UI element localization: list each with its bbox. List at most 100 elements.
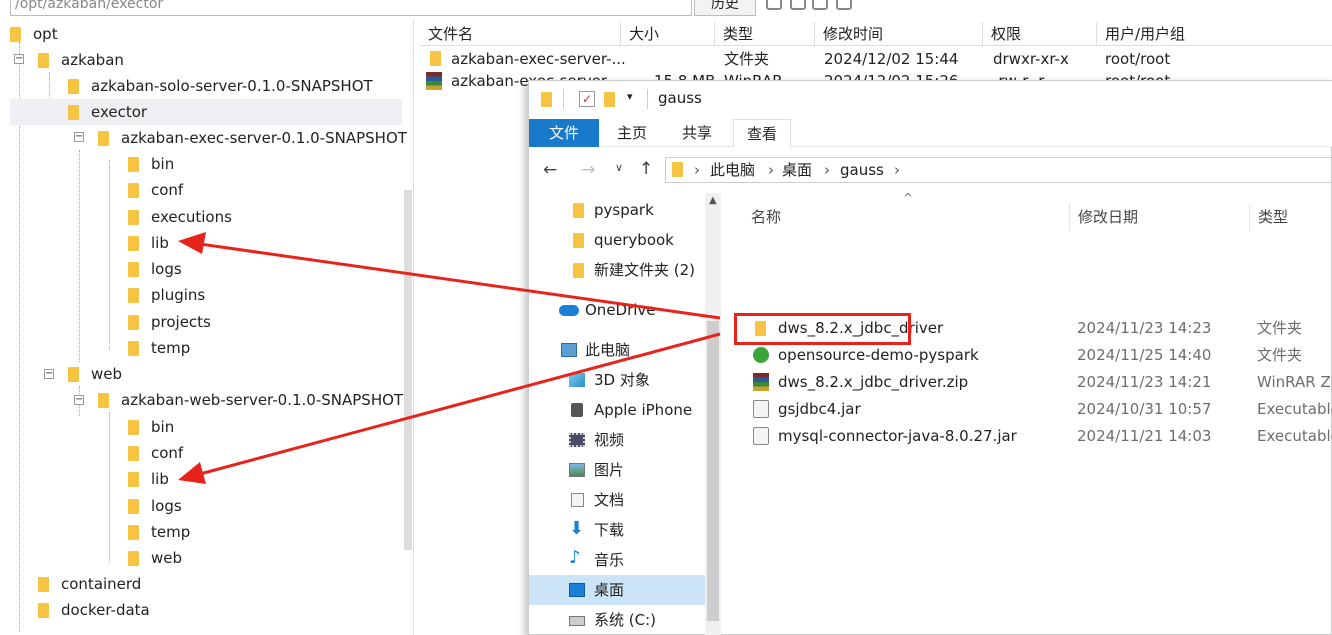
tree-node[interactable]: opt <box>10 21 58 47</box>
properties-icon[interactable]: ✓ <box>579 91 595 107</box>
shortcut-green-icon <box>753 347 769 363</box>
folder-icon <box>541 92 552 107</box>
tree-node[interactable]: temp <box>128 335 190 361</box>
folder-icon <box>128 499 139 514</box>
tree-node[interactable]: azkaban-solo-server-0.1.0-SNAPSHOT <box>68 73 373 99</box>
tree-node[interactable]: conf <box>128 177 183 203</box>
explorer-window: ✓ ▾ gauss 文件 主页 共享 查看 ← → ∨ ↑ › 此电脑 › 桌面… <box>528 80 1332 635</box>
cube-icon <box>569 373 585 387</box>
tree-scrollbar[interactable] <box>404 190 412 550</box>
nav-item-videos[interactable]: 视频 <box>529 425 705 455</box>
tree-node[interactable]: bin <box>128 414 174 440</box>
breadcrumb-gauss[interactable]: gauss <box>840 158 884 182</box>
column-name[interactable]: 文件名 <box>420 22 620 46</box>
tree-node[interactable]: lib <box>128 230 169 256</box>
tab-file[interactable]: 文件 <box>529 119 599 147</box>
nav-item-onedrive[interactable]: OneDrive <box>529 295 705 325</box>
tree-node[interactable]: temp <box>128 519 190 545</box>
column-mtime[interactable]: 修改时间 <box>814 22 982 46</box>
recent-locations-icon[interactable]: ∨ <box>615 161 623 174</box>
nav-item-new-folder-2[interactable]: 新建文件夹 (2) <box>529 255 705 285</box>
folder-icon <box>672 162 683 177</box>
tree-node[interactable]: containerd <box>38 571 141 597</box>
navigation-bar: ← → ∨ ↑ › 此电脑 › 桌面 › gauss › <box>529 147 1332 193</box>
forward-arrow-icon[interactable]: → <box>581 160 595 180</box>
refresh-icon[interactable] <box>766 0 782 10</box>
tree-node[interactable]: logs <box>128 256 182 282</box>
tree-node[interactable]: docker-data <box>38 597 150 623</box>
tree-node[interactable]: azkaban-exec-server-0.1.0-SNAPSHOT <box>98 125 407 151</box>
new-folder-icon[interactable] <box>604 92 615 107</box>
new-folder-icon[interactable] <box>790 0 806 10</box>
column-modified-date[interactable]: 修改日期 <box>1069 203 1249 231</box>
video-icon <box>569 433 585 447</box>
tree-node[interactable]: bin <box>128 151 174 177</box>
folder-icon <box>128 525 139 540</box>
folder-icon <box>68 105 79 120</box>
file-row[interactable]: mysql-connector-java-8.0.27.jar 2024/11/… <box>725 423 1332 450</box>
collapse-azkaban-toggle[interactable]: − <box>14 54 24 64</box>
nav-item-apple-iphone[interactable]: Apple iPhone <box>529 395 705 425</box>
nav-scrollbar-thumb[interactable] <box>707 321 719 621</box>
breadcrumb-this-pc[interactable]: 此电脑 <box>710 158 755 182</box>
tree-node[interactable]: executions <box>128 204 232 230</box>
chevron-down-icon[interactable]: ▾ <box>627 90 633 103</box>
file-row[interactable]: opensource-demo-pyspark 2024/11/25 14:40… <box>725 342 1332 369</box>
nav-item-desktop[interactable]: 桌面 <box>529 575 705 605</box>
nav-item-3d-objects[interactable]: 3D 对象 <box>529 365 705 395</box>
folder-icon <box>128 157 139 172</box>
breadcrumb-desktop[interactable]: 桌面 <box>782 158 812 182</box>
column-name[interactable]: 名称 <box>751 203 781 231</box>
tree-node[interactable]: conf <box>128 440 183 466</box>
tree-node-selected[interactable]: exector <box>10 99 402 125</box>
collapse-web-toggle[interactable]: − <box>44 369 54 379</box>
column-size[interactable]: 大小 <box>620 22 710 46</box>
file-row[interactable]: dws_8.2.x_jdbc_driver.zip 2024/11/23 14:… <box>725 369 1332 396</box>
cloud-icon <box>559 305 579 316</box>
nav-item-documents[interactable]: 文档 <box>529 485 705 515</box>
column-permission[interactable]: 权限 <box>982 22 1096 46</box>
tree-node[interactable]: projects <box>128 309 211 335</box>
tree-node[interactable]: azkaban-web-server-0.1.0-SNAPSHOT <box>98 387 403 413</box>
tree-node[interactable]: logs <box>128 493 182 519</box>
nav-item-system-c[interactable]: 系统 (C:) <box>529 605 705 635</box>
folder-icon <box>128 472 139 487</box>
nav-item-querybook[interactable]: querybook <box>529 225 705 255</box>
folder-icon <box>128 288 139 303</box>
address-bar[interactable]: › 此电脑 › 桌面 › gauss › <box>665 157 1332 183</box>
nav-item-music[interactable]: ♪ 音乐 <box>529 545 705 575</box>
back-arrow-icon[interactable]: ← <box>543 160 557 180</box>
path-input[interactable]: /opt/azkaban/exector <box>10 0 692 16</box>
winrar-icon <box>753 373 769 391</box>
tree-node[interactable]: web <box>128 545 182 571</box>
tree-node[interactable]: azkaban <box>38 47 124 73</box>
nav-item-downloads[interactable]: ⬇ 下载 <box>529 515 705 545</box>
folder-icon <box>573 203 584 218</box>
phone-icon <box>571 403 583 417</box>
collapse-exec-server-toggle[interactable]: − <box>74 132 84 142</box>
tree-node[interactable]: plugins <box>128 282 205 308</box>
collapse-web-server-toggle[interactable]: − <box>74 395 84 405</box>
upload-icon[interactable] <box>836 0 852 10</box>
folder-icon <box>38 603 49 618</box>
up-arrow-icon[interactable]: ↑ <box>639 159 653 179</box>
column-owner[interactable]: 用户/用户组 <box>1096 22 1332 46</box>
column-type[interactable]: 类型 <box>1249 203 1332 231</box>
column-type[interactable]: 类型 <box>714 22 814 46</box>
window-title: gauss <box>658 89 702 107</box>
tab-share[interactable]: 共享 <box>669 119 725 147</box>
title-bar: ✓ ▾ gauss <box>529 81 1332 117</box>
tree-node[interactable]: web <box>68 361 122 387</box>
tab-home[interactable]: 主页 <box>605 119 659 147</box>
file-row[interactable]: azkaban-exec-server-... 文件夹 2024/12/02 1… <box>420 48 1332 70</box>
nav-item-pictures[interactable]: 图片 <box>529 455 705 485</box>
scroll-up-icon[interactable]: ▲ <box>709 195 717 206</box>
folder-icon <box>68 367 79 382</box>
tab-view[interactable]: 查看 <box>733 119 791 147</box>
history-button[interactable]: 历史 <box>694 0 756 16</box>
nav-item-pyspark[interactable]: pyspark <box>529 195 705 225</box>
download-icon[interactable] <box>812 0 828 10</box>
nav-item-this-pc[interactable]: 此电脑 <box>529 335 705 365</box>
tree-node[interactable]: lib <box>128 466 169 492</box>
file-row-gsjdbc4[interactable]: gsjdbc4.jar 2024/10/31 10:57 Executable <box>725 396 1332 423</box>
